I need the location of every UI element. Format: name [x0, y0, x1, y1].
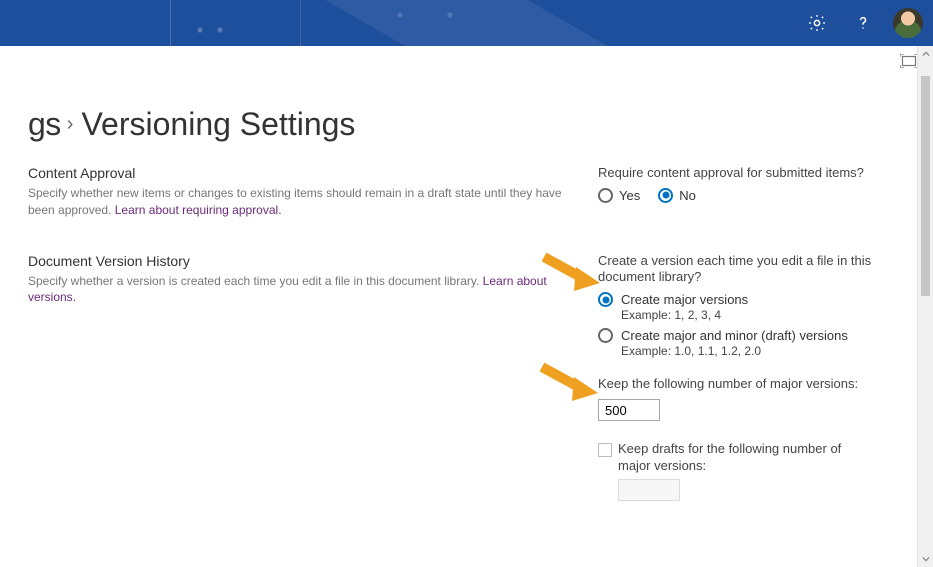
settings-gear-icon[interactable] [801, 7, 833, 39]
section-version-history: Document Version History Specify whether… [28, 253, 909, 501]
approval-yes-option[interactable]: Yes [598, 188, 640, 203]
radio-label: Create major and minor (draft) versions [621, 328, 848, 343]
version-example: Example: 1, 2, 3, 4 [621, 308, 909, 322]
annotation-arrow-icon [540, 361, 602, 405]
version-question: Create a version each time you edit a fi… [598, 253, 909, 287]
breadcrumb-prev[interactable]: gs [28, 106, 61, 143]
radio-label: No [679, 188, 696, 203]
section-description: Specify whether a version is created eac… [28, 273, 574, 307]
help-icon[interactable] [847, 7, 879, 39]
version-major-radio[interactable] [598, 292, 613, 307]
vertical-scrollbar[interactable] [917, 46, 933, 567]
radio-label: Create major versions [621, 292, 748, 307]
scroll-up-icon[interactable] [918, 46, 933, 62]
focus-mode-icon[interactable] [899, 51, 919, 71]
approval-question: Require content approval for submitted i… [598, 165, 909, 182]
scroll-down-icon[interactable] [918, 551, 933, 567]
focus-bar [0, 46, 933, 76]
avatar[interactable] [893, 8, 923, 38]
scroll-thumb[interactable] [921, 76, 930, 296]
keep-major-label: Keep the following number of major versi… [598, 376, 909, 393]
approval-yes-radio[interactable] [598, 188, 613, 203]
header-banner [0, 0, 933, 46]
section-heading: Content Approval [28, 165, 574, 181]
approval-no-radio[interactable] [658, 188, 673, 203]
breadcrumb: gs › Versioning Settings [28, 76, 909, 165]
keep-major-input[interactable] [598, 399, 660, 421]
version-minor-radio[interactable] [598, 328, 613, 343]
approval-no-option[interactable]: No [658, 188, 696, 203]
keep-drafts-input [618, 479, 680, 501]
section-description: Specify whether new items or changes to … [28, 185, 574, 219]
version-minor-option[interactable]: Create major and minor (draft) versions … [598, 328, 909, 358]
section-content-approval: Content Approval Specify whether new ite… [28, 165, 909, 219]
keep-drafts-checkbox[interactable] [598, 443, 612, 457]
version-example: Example: 1.0, 1.1, 1.2, 2.0 [621, 344, 909, 358]
keep-major-field: Keep the following number of major versi… [598, 376, 909, 421]
chevron-right-icon: › [67, 113, 74, 136]
learn-approval-link[interactable]: Learn about requiring approval. [115, 203, 282, 217]
radio-label: Yes [619, 188, 640, 203]
version-major-option[interactable]: Create major versions Example: 1, 2, 3, … [598, 292, 909, 322]
keep-drafts-label: Keep drafts for the following number of … [618, 441, 868, 475]
page-title: Versioning Settings [81, 106, 355, 143]
keep-drafts-field: Keep drafts for the following number of … [598, 441, 909, 475]
section-heading: Document Version History [28, 253, 574, 269]
